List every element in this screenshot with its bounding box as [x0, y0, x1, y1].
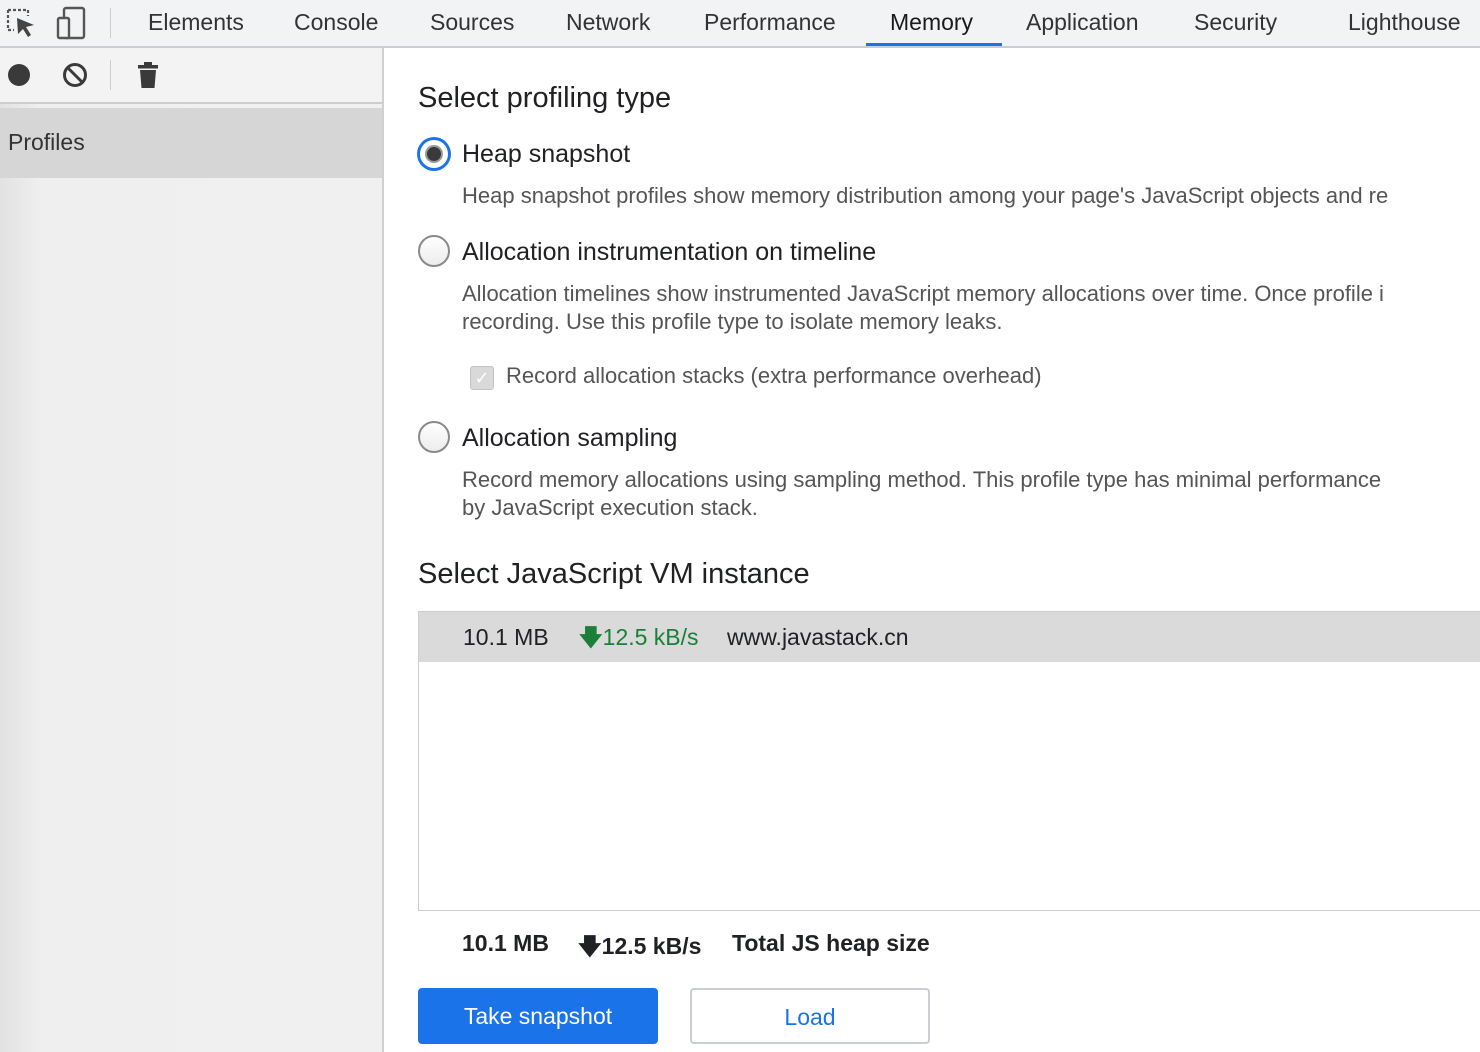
down-arrow-icon: 🡇	[578, 933, 602, 959]
vm-heap-size: 10.1 MB	[463, 624, 549, 650]
vm-instance-row[interactable]: 10.1 MB 🡇12.5 kB/s www.javastack.cn	[419, 612, 1480, 662]
profiles-header: Profiles	[0, 108, 382, 178]
tab-memory[interactable]: Memory	[866, 0, 1002, 46]
record-icon[interactable]	[4, 60, 34, 90]
load-button[interactable]: Load	[690, 988, 930, 1044]
tab-elements[interactable]: Elements	[124, 0, 268, 46]
device-toggle-icon[interactable]	[54, 6, 88, 40]
allocation-timeline-description-line1: Allocation timelines show instrumented J…	[462, 281, 1384, 306]
heap-snapshot-description: Heap snapshot profiles show memory distr…	[462, 183, 1389, 208]
record-stacks-label[interactable]: Record allocation stacks (extra performa…	[506, 363, 1042, 389]
toolbar-divider	[110, 8, 111, 38]
tab-lighthouse[interactable]: Lighthouse	[1324, 0, 1480, 46]
allocation-timeline-label[interactable]: Allocation instrumentation on timeline	[462, 238, 876, 267]
record-stacks-checkbox[interactable]: ✓	[470, 366, 494, 390]
total-rate-value: 12.5 kB/s	[601, 933, 702, 959]
allocation-sampling-label[interactable]: Allocation sampling	[462, 424, 677, 453]
allocation-timeline-radio[interactable]	[418, 235, 450, 267]
allocation-timeline-description-line2: recording. Use this profile type to isol…	[462, 309, 1003, 334]
tab-performance[interactable]: Performance	[680, 0, 860, 46]
profiles-sidebar: Profiles	[0, 48, 384, 1052]
tab-console[interactable]: Console	[270, 0, 402, 46]
main-tab-bar: Elements Console Sources Network Perform…	[0, 0, 1480, 48]
down-arrow-icon: 🡇	[579, 624, 603, 650]
memory-panel: Select profiling type Heap snapshot Heap…	[386, 48, 1480, 1052]
vm-instance-list: 10.1 MB 🡇12.5 kB/s www.javastack.cn	[418, 611, 1480, 911]
garbage-collect-icon[interactable]	[133, 60, 163, 90]
total-rate: 🡇12.5 kB/s	[578, 930, 701, 969]
inspect-element-icon[interactable]	[4, 6, 38, 40]
take-snapshot-button[interactable]: Take snapshot	[418, 988, 658, 1044]
profiling-type-title: Select profiling type	[418, 82, 672, 114]
vm-rate-value: 12.5 kB/s	[602, 624, 699, 650]
tab-application[interactable]: Application	[1002, 0, 1163, 46]
allocation-sampling-description-line1: Record memory allocations using sampling…	[462, 467, 1382, 492]
clear-icon[interactable]	[60, 60, 90, 90]
vm-instance-title: Select JavaScript VM instance	[418, 558, 810, 590]
heap-snapshot-label[interactable]: Heap snapshot	[462, 140, 630, 169]
total-heap-label: Total JS heap size	[732, 930, 930, 956]
tab-security[interactable]: Security	[1170, 0, 1301, 46]
tab-sources[interactable]: Sources	[406, 0, 538, 46]
toolbar-divider	[110, 60, 111, 90]
vm-rate: 🡇12.5 kB/s	[579, 612, 699, 662]
total-heap-size: 10.1 MB	[462, 930, 549, 956]
vm-url: www.javastack.cn	[727, 624, 909, 650]
tab-network[interactable]: Network	[542, 0, 674, 46]
allocation-sampling-description-line2: by JavaScript execution stack.	[462, 495, 758, 520]
profiles-toolbar	[0, 48, 382, 104]
devtools-window: Elements Console Sources Network Perform…	[0, 0, 1480, 1052]
allocation-sampling-radio[interactable]	[418, 421, 450, 453]
heap-snapshot-radio[interactable]	[418, 138, 450, 170]
